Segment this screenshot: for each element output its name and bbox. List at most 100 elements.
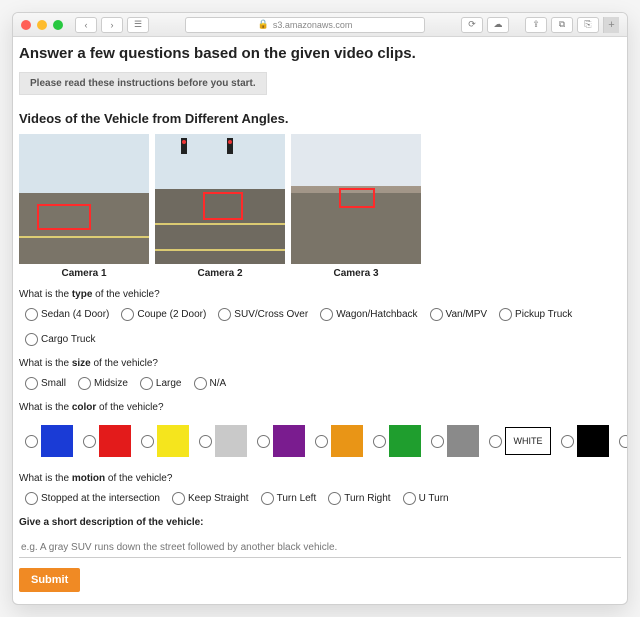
radio-input[interactable] <box>489 435 502 448</box>
vehicle-bbox <box>37 204 91 230</box>
color-option-brown[interactable] <box>619 425 628 457</box>
radio-input[interactable] <box>257 435 270 448</box>
radio-input[interactable] <box>194 377 207 390</box>
address-bar[interactable]: 🔒 s3.amazonaws.com <box>185 17 425 33</box>
color-option-gray[interactable] <box>431 425 479 457</box>
color-swatch <box>389 425 421 457</box>
radio-input[interactable] <box>199 435 212 448</box>
question-color: What is the color of the vehicle? <box>19 402 621 413</box>
radio-input[interactable] <box>328 492 341 505</box>
option-sedan-4-door-[interactable]: Sedan (4 Door) <box>25 308 109 321</box>
option-label: Pickup Truck <box>515 309 572 320</box>
color-option-orange[interactable] <box>315 425 363 457</box>
radio-input[interactable] <box>431 435 444 448</box>
radio-input[interactable] <box>561 435 574 448</box>
tabs-button[interactable]: ⧉ <box>551 17 573 33</box>
option-suv-cross-over[interactable]: SUV/Cross Over <box>218 308 308 321</box>
option-label: SUV/Cross Over <box>234 309 308 320</box>
option-label: Small <box>41 378 66 389</box>
color-option-red[interactable] <box>83 425 131 457</box>
radio-input[interactable] <box>78 377 91 390</box>
address-bar-wrap: 🔒 s3.amazonaws.com <box>153 17 457 33</box>
radio-input[interactable] <box>403 492 416 505</box>
option-pickup-truck[interactable]: Pickup Truck <box>499 308 572 321</box>
option-small[interactable]: Small <box>25 377 66 390</box>
radio-input[interactable] <box>261 492 274 505</box>
radio-input[interactable] <box>218 308 231 321</box>
caption-camera-1: Camera 1 <box>19 268 149 279</box>
question-description: Give a short description of the vehicle: <box>19 517 621 528</box>
sidebar-button[interactable]: ☰ <box>127 17 149 33</box>
reload-button[interactable]: ⟳ <box>461 17 483 33</box>
color-swatch <box>577 425 609 457</box>
option-label: Keep Straight <box>188 493 249 504</box>
option-turn-right[interactable]: Turn Right <box>328 492 390 505</box>
option-midsize[interactable]: Midsize <box>78 377 128 390</box>
question-size: What is the size of the vehicle? <box>19 358 621 369</box>
color-option-blue[interactable] <box>25 425 73 457</box>
option-u-turn[interactable]: U Turn <box>403 492 449 505</box>
radio-input[interactable] <box>320 308 333 321</box>
vehicle-bbox <box>339 188 375 208</box>
option-keep-straight[interactable]: Keep Straight <box>172 492 249 505</box>
camera-captions: Camera 1 Camera 2 Camera 3 <box>19 268 621 279</box>
option-stopped-at-the-intersection[interactable]: Stopped at the intersection <box>25 492 160 505</box>
copy-button[interactable]: ⎘ <box>577 17 599 33</box>
radio-input[interactable] <box>25 333 38 346</box>
option-coupe-2-door-[interactable]: Coupe (2 Door) <box>121 308 206 321</box>
radio-input[interactable] <box>140 377 153 390</box>
instructions-button[interactable]: Please read these instructions before yo… <box>19 72 267 95</box>
description-input[interactable] <box>19 538 621 558</box>
option-n-a[interactable]: N/A <box>194 377 227 390</box>
radio-input[interactable] <box>172 492 185 505</box>
option-wagon-hatchback[interactable]: Wagon/Hatchback <box>320 308 417 321</box>
submit-button[interactable]: Submit <box>19 568 80 592</box>
radio-input[interactable] <box>25 377 38 390</box>
radio-input[interactable] <box>25 435 38 448</box>
forward-button[interactable]: › <box>101 17 123 33</box>
radio-input[interactable] <box>430 308 443 321</box>
color-option-black[interactable] <box>561 425 609 457</box>
video-camera-3[interactable] <box>291 134 421 264</box>
cloud-button[interactable]: ☁ <box>487 17 509 33</box>
video-camera-2[interactable] <box>155 134 285 264</box>
radio-input[interactable] <box>315 435 328 448</box>
option-turn-left[interactable]: Turn Left <box>261 492 317 505</box>
color-option-purple[interactable] <box>257 425 305 457</box>
caption-camera-3: Camera 3 <box>291 268 421 279</box>
video-row <box>19 134 621 264</box>
video-camera-1[interactable] <box>19 134 149 264</box>
minimize-icon[interactable] <box>37 20 47 30</box>
radio-input[interactable] <box>83 435 96 448</box>
browser-window: ‹ › ☰ 🔒 s3.amazonaws.com ⟳ ☁ ⇪ ⧉ ⎘ + Ans… <box>12 12 628 605</box>
page-content: Answer a few questions based on the give… <box>13 37 627 604</box>
new-tab-button[interactable]: + <box>603 17 619 33</box>
caption-camera-2: Camera 2 <box>155 268 285 279</box>
option-label: Sedan (4 Door) <box>41 309 109 320</box>
radio-input[interactable] <box>499 308 512 321</box>
motion-options: Stopped at the intersection Keep Straight… <box>19 488 621 509</box>
zoom-icon[interactable] <box>53 20 63 30</box>
option-label: Midsize <box>94 378 128 389</box>
option-label: Stopped at the intersection <box>41 493 160 504</box>
color-option-white[interactable]: WHITE <box>489 427 551 455</box>
radio-input[interactable] <box>373 435 386 448</box>
close-icon[interactable] <box>21 20 31 30</box>
radio-input[interactable] <box>619 435 628 448</box>
color-swatch <box>447 425 479 457</box>
option-label: Coupe (2 Door) <box>137 309 206 320</box>
color-option-silver[interactable] <box>199 425 247 457</box>
radio-input[interactable] <box>121 308 134 321</box>
option-van-mpv[interactable]: Van/MPV <box>430 308 488 321</box>
color-swatch <box>273 425 305 457</box>
back-button[interactable]: ‹ <box>75 17 97 33</box>
color-option-green[interactable] <box>373 425 421 457</box>
radio-input[interactable] <box>25 492 38 505</box>
lock-icon: 🔒 <box>258 19 269 30</box>
share-button[interactable]: ⇪ <box>525 17 547 33</box>
option-large[interactable]: Large <box>140 377 182 390</box>
radio-input[interactable] <box>141 435 154 448</box>
option-cargo-truck[interactable]: Cargo Truck <box>25 333 95 346</box>
color-option-yellow[interactable] <box>141 425 189 457</box>
radio-input[interactable] <box>25 308 38 321</box>
